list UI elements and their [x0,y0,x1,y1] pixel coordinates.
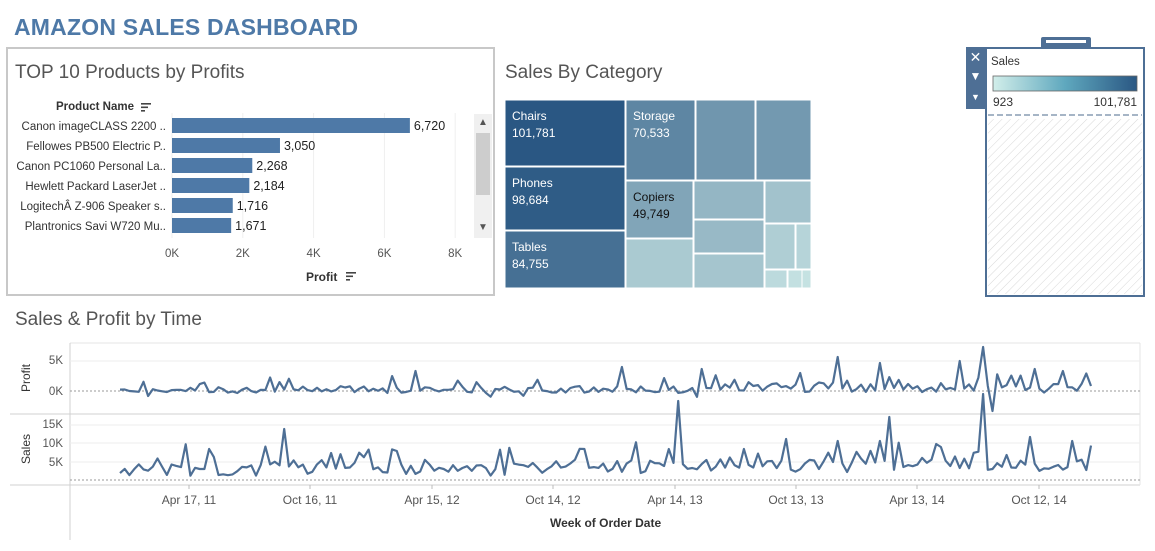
treemap-cell [693,253,765,288]
category-value-label: 70,533 [633,126,670,140]
legend-drag-grip [1046,40,1086,43]
date-tick-label: Oct 12, 14 [1011,493,1067,507]
sales-tick-label: 15K [43,419,64,431]
date-tick-label: Apr 17, 11 [162,493,217,507]
date-tick-label: Apr 15, 12 [404,493,460,507]
x-tick-label: 4K [307,248,321,260]
bar-value-label: 6,720 [414,119,445,133]
sort-icon[interactable] [345,270,357,282]
close-icon[interactable]: ✕ [966,49,985,66]
legend-color-ramp [992,75,1138,92]
sales-legend: Sales 923 101,781 [985,47,1145,297]
category-value-label: 49,749 [633,207,670,221]
time-title: Sales & Profit by Time [15,309,202,330]
profit-bar [172,118,410,133]
sales-axis-title: Sales [19,434,33,464]
treemap-cell [801,269,812,288]
category-label: Chairs [512,109,547,123]
date-tick-label: Apr 13, 14 [889,493,945,507]
treemap-cell [693,219,765,254]
product-label: LogitechÂ Z-906 Speaker s.. [20,200,166,213]
product-label: Plantronics Savi W720 Mu.. [25,221,166,233]
profit-bar [172,158,253,173]
category-label: Storage [633,109,675,123]
profit-bar [172,198,233,213]
x-tick-label: 8K [448,248,462,260]
x-tick-label: 0K [165,248,179,260]
category-label: Phones [512,176,553,190]
bar-value-label: 2,184 [253,179,284,193]
sales-tick-label: 10K [43,438,64,450]
scroll-up-icon[interactable]: ▲ [478,117,488,128]
bar-value-label: 2,268 [256,159,287,173]
x-axis-title: Week of Order Date [550,516,662,530]
scrollbar-thumb[interactable] [476,133,490,195]
scroll-down-icon[interactable]: ▼ [478,222,488,233]
treemap-cell [764,223,796,270]
bar-value-label: 1,716 [237,199,268,213]
legend-min-label: 923 [993,95,1014,109]
treemap-cell [695,100,756,181]
category-value-label: 84,755 [512,257,549,271]
bar-value-label: 1,671 [235,219,266,233]
treemap-cell [625,238,694,288]
legend-title: Sales [991,56,1020,68]
treemap-cell [764,269,788,288]
category-treemap: Chairs 101,781 Phones 98,684 Tables 84,755 Sto… [505,100,812,288]
sales-tick-label: 5K [49,457,63,469]
bar-value-label: 3,050 [284,139,315,153]
category-label: Copiers [633,190,674,204]
profit-axis-title: Profit [19,363,33,392]
legend-max-label: 101,781 [1093,95,1137,109]
category-value-label: 98,684 [512,193,549,207]
dropdown-icon[interactable]: ▼ [966,92,985,102]
product-label: Fellowes PB500 Electric P.. [26,141,166,153]
profit-bar [172,218,232,233]
product-label: Hewlett Packard LaserJet .. [25,181,166,193]
product-label: Canon imageCLASS 2200 .. [22,121,166,133]
treemap-cell [693,180,765,220]
profit-tick-label: 5K [49,355,63,367]
date-tick-label: Oct 14, 12 [525,493,581,507]
sales-line [119,392,1093,477]
pin-icon[interactable]: ▼ [966,69,985,83]
category-value-label: 101,781 [512,126,556,140]
category-label: Tables [512,240,547,254]
x-tick-label: 2K [236,248,250,260]
product-label: Canon PC1060 Personal La.. [16,161,166,173]
treemap-cell [755,100,812,181]
date-tick-label: Oct 13, 13 [768,493,824,507]
profit-tick-label: 0K [49,386,63,398]
top10-bar-chart: Canon imageCLASS 2200 .. 6,720 Fellowes PB… [16,113,463,260]
treemap-cell [795,223,812,270]
category-title: Sales By Category [505,62,663,83]
profit-line [119,345,1093,413]
profit-bar [172,138,280,153]
date-tick-label: Apr 14, 13 [647,493,703,507]
profit-bar [172,178,250,193]
x-tick-label: 6K [377,248,391,260]
treemap-cell [764,180,812,224]
date-tick-label: Oct 16, 11 [283,493,338,507]
profit-axis-title[interactable]: Profit [306,270,337,284]
